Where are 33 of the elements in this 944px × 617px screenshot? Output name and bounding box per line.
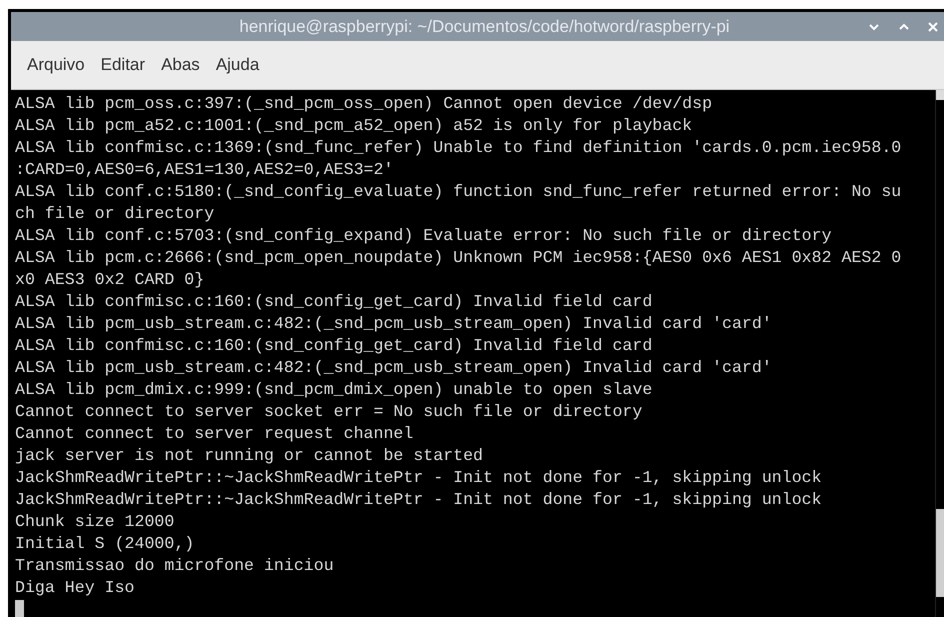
menu-item[interactable]: Editar	[94, 53, 152, 77]
terminal-line: ALSA lib pcm_usb_stream.c:482:(_snd_pcm_usb_stream_open) Invalid card 'card'	[15, 313, 772, 335]
text-cursor	[15, 600, 24, 617]
terminal-line: Cannot connect to server socket err = No such file or directory	[15, 401, 642, 423]
terminal-line: ALSA lib confmisc.c:1369:(snd_func_refer) Unable to find definition 'cards.0.pcm.iec958.0	[15, 137, 902, 159]
terminal-line: :CARD=0,AES0=6,AES1=130,AES2=0,AES3=2'	[15, 159, 394, 181]
terminal-line: JackShmReadWritePtr::~JackShmReadWritePtr - Init not done for -1, skipping unlock	[15, 467, 822, 489]
terminal-line: ALSA lib conf.c:5180:(_snd_config_evaluate) function snd_func_refer returned error: No su	[15, 181, 902, 203]
close-icon[interactable]	[928, 22, 938, 32]
terminal-line: Cannot connect to server request channel	[15, 423, 414, 445]
terminal-line: ALSA lib pcm_oss.c:397:(_snd_pcm_oss_open) Cannot open device /dev/dsp	[15, 93, 712, 115]
terminal-line: x0 AES3 0x2 CARD 0}	[15, 269, 204, 291]
terminal-line: ALSA lib pcm.c:2666:(snd_pcm_open_noupdate) Unknown PCM iec958:{AES0 0x6 AES1 0x82 AES2 0	[15, 247, 902, 269]
terminal-line: Transmissao do microfone iniciou	[15, 555, 334, 577]
terminal-line: Diga Hey Iso	[15, 577, 134, 599]
terminal-line: jack server is not running or cannot be started	[15, 445, 484, 467]
terminal-line: JackShmReadWritePtr::~JackShmReadWritePtr - Init not done for -1, skipping unlock	[15, 489, 822, 511]
terminal-line: ALSA lib pcm_a52.c:1001:(_snd_pcm_a52_open) a52 is only for playback	[15, 115, 692, 137]
terminal-line: ALSA lib confmisc.c:160:(snd_config_get_card) Invalid field card	[15, 335, 652, 357]
terminal-line: ch file or directory	[15, 203, 214, 225]
menu-item[interactable]: Abas	[155, 53, 206, 77]
terminal-line: ALSA lib confmisc.c:160:(snd_config_get_card) Invalid field card	[15, 291, 652, 313]
scrollbar[interactable]	[935, 90, 944, 617]
minimize-chevron-icon[interactable]	[868, 22, 880, 30]
terminal-line: Initial S (24000,)	[15, 533, 194, 555]
terminal-line: ALSA lib pcm_usb_stream.c:482:(_snd_pcm_usb_stream_open) Invalid card 'card'	[15, 357, 772, 379]
terminal-line: ALSA lib pcm_dmix.c:999:(snd_pcm_dmix_open) unable to open slave	[15, 379, 652, 401]
menu-item[interactable]: Arquivo	[21, 53, 91, 77]
terminal-line: ALSA lib conf.c:5703:(snd_config_expand) Evaluate error: No such file or directory	[15, 225, 832, 247]
maximize-chevron-icon[interactable]	[898, 22, 910, 30]
window-title: henrique@raspberrypi: ~/Documentos/code/hotword/raspberry-pi	[238, 16, 731, 36]
terminal-line: Chunk size 12000	[15, 511, 174, 533]
menu-item[interactable]: Ajuda	[210, 53, 266, 77]
